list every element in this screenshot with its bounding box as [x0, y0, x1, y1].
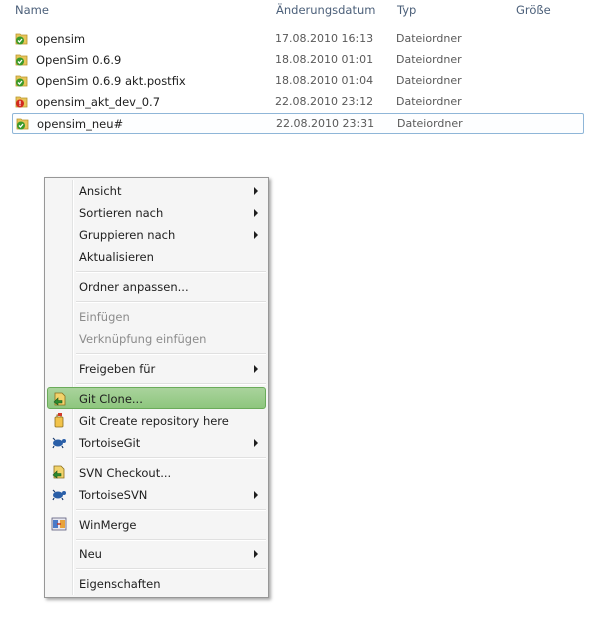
file-date: 22.08.2010 23:12	[275, 95, 374, 108]
menu-item-aktualisieren[interactable]: Aktualisieren	[47, 245, 266, 267]
submenu-arrow-icon	[254, 439, 258, 447]
submenu-arrow-icon	[254, 491, 258, 499]
menu-item-label: Git Create repository here	[79, 414, 229, 428]
file-name: OpenSim 0.6.9 akt.postfix	[36, 74, 186, 88]
file-date: 18.08.2010 01:04	[275, 74, 374, 87]
file-type: Dateiordner	[396, 74, 462, 87]
file-type: Dateiordner	[396, 32, 462, 45]
submenu-arrow-icon	[254, 209, 258, 217]
menu-item-label: Neu	[79, 547, 102, 561]
menu-item-sortieren-nach[interactable]: Sortieren nach	[47, 201, 266, 223]
menu-item-label: WinMerge	[79, 518, 137, 532]
tortoisesvn-icon	[51, 486, 67, 502]
menu-item-label: Einfügen	[79, 310, 130, 324]
menu-item-label: Git Clone...	[79, 392, 143, 406]
folder-ok-icon	[15, 74, 29, 87]
context-menu: Ansicht Sortieren nach Gruppieren nach A…	[44, 177, 269, 598]
menu-item-gruppieren-nach[interactable]: Gruppieren nach	[47, 223, 266, 245]
folder-ok-icon	[16, 117, 30, 130]
submenu-arrow-icon	[254, 231, 258, 239]
menu-item-ansicht[interactable]: Ansicht	[47, 179, 266, 201]
menu-item-label: Verknüpfung einfügen	[79, 332, 207, 346]
menu-item-freigeben-fuer[interactable]: Freigeben für	[47, 357, 266, 379]
menu-item-label: TortoiseSVN	[79, 488, 148, 502]
menu-item-ordner-anpassen[interactable]: Ordner anpassen...	[47, 275, 266, 297]
file-row[interactable]: OpenSim 0.6.9 akt.postfix 18.08.2010 01:…	[12, 71, 584, 91]
menu-separator	[76, 509, 266, 511]
column-header-date[interactable]: Änderungsdatum	[276, 3, 375, 17]
menu-item-neu[interactable]: Neu	[47, 542, 266, 564]
menu-item-git-clone[interactable]: Git Clone...	[47, 387, 266, 409]
menu-item-label: Eigenschaften	[79, 577, 161, 591]
menu-item-svn-checkout[interactable]: SVN Checkout...	[47, 461, 266, 483]
file-date: 22.08.2010 23:31	[276, 117, 375, 130]
file-type: Dateiordner	[396, 53, 462, 66]
winmerge-icon	[51, 516, 67, 532]
column-header-name[interactable]: Name	[15, 3, 49, 17]
file-name: opensim_neu#	[37, 117, 124, 131]
column-header-type[interactable]: Typ	[397, 3, 416, 17]
file-row-selected[interactable]: opensim_neu# 22.08.2010 23:31 Dateiordne…	[12, 113, 584, 134]
menu-item-label: Ansicht	[79, 184, 122, 198]
git-clone-icon	[52, 391, 68, 407]
menu-separator	[76, 457, 266, 459]
tortoisegit-icon	[51, 434, 67, 450]
file-row[interactable]: OpenSim 0.6.9 18.08.2010 01:01 Dateiordn…	[12, 50, 584, 70]
menu-separator	[76, 271, 266, 273]
menu-separator	[76, 539, 266, 541]
menu-item-winmerge[interactable]: WinMerge	[47, 513, 266, 535]
menu-item-label: SVN Checkout...	[79, 466, 172, 480]
menu-separator	[76, 353, 266, 355]
file-type: Dateiordner	[396, 95, 462, 108]
menu-item-label: Sortieren nach	[79, 206, 164, 220]
menu-item-git-create-repository[interactable]: Git Create repository here	[47, 409, 266, 431]
file-name: OpenSim 0.6.9	[36, 53, 122, 67]
submenu-arrow-icon	[254, 187, 258, 195]
menu-item-label: Gruppieren nach	[79, 228, 176, 242]
menu-separator	[76, 568, 266, 570]
file-date: 18.08.2010 01:01	[275, 53, 374, 66]
menu-item-tortoisegit[interactable]: TortoiseGit	[47, 431, 266, 453]
file-name: opensim	[36, 32, 86, 46]
file-name: opensim_akt_dev_0.7	[36, 95, 161, 109]
menu-item-einfuegen[interactable]: Einfügen	[47, 305, 266, 327]
menu-item-label: Ordner anpassen...	[79, 280, 189, 294]
folder-ok-icon	[15, 53, 29, 66]
menu-item-label: Freigeben für	[79, 362, 156, 376]
menu-item-label: TortoiseGit	[79, 436, 141, 450]
svn-checkout-icon	[51, 464, 67, 480]
git-create-repo-icon	[51, 412, 67, 428]
file-date: 17.08.2010 16:13	[275, 32, 374, 45]
menu-item-verknuepfung-einfuegen[interactable]: Verknüpfung einfügen	[47, 327, 266, 349]
menu-separator	[76, 383, 266, 385]
submenu-arrow-icon	[254, 365, 258, 373]
folder-ok-icon	[15, 32, 29, 45]
submenu-arrow-icon	[254, 550, 258, 558]
menu-item-eigenschaften[interactable]: Eigenschaften	[47, 572, 266, 594]
menu-item-label: Aktualisieren	[79, 250, 154, 264]
folder-conflict-icon	[15, 95, 29, 108]
menu-separator	[76, 301, 266, 303]
file-row[interactable]: opensim_akt_dev_0.7 22.08.2010 23:12 Dat…	[12, 92, 584, 112]
file-row[interactable]: opensim 17.08.2010 16:13 Dateiordner	[12, 29, 584, 49]
column-header-size[interactable]: Größe	[516, 3, 551, 17]
file-type: Dateiordner	[397, 117, 463, 130]
menu-item-tortoisesvn[interactable]: TortoiseSVN	[47, 483, 266, 505]
